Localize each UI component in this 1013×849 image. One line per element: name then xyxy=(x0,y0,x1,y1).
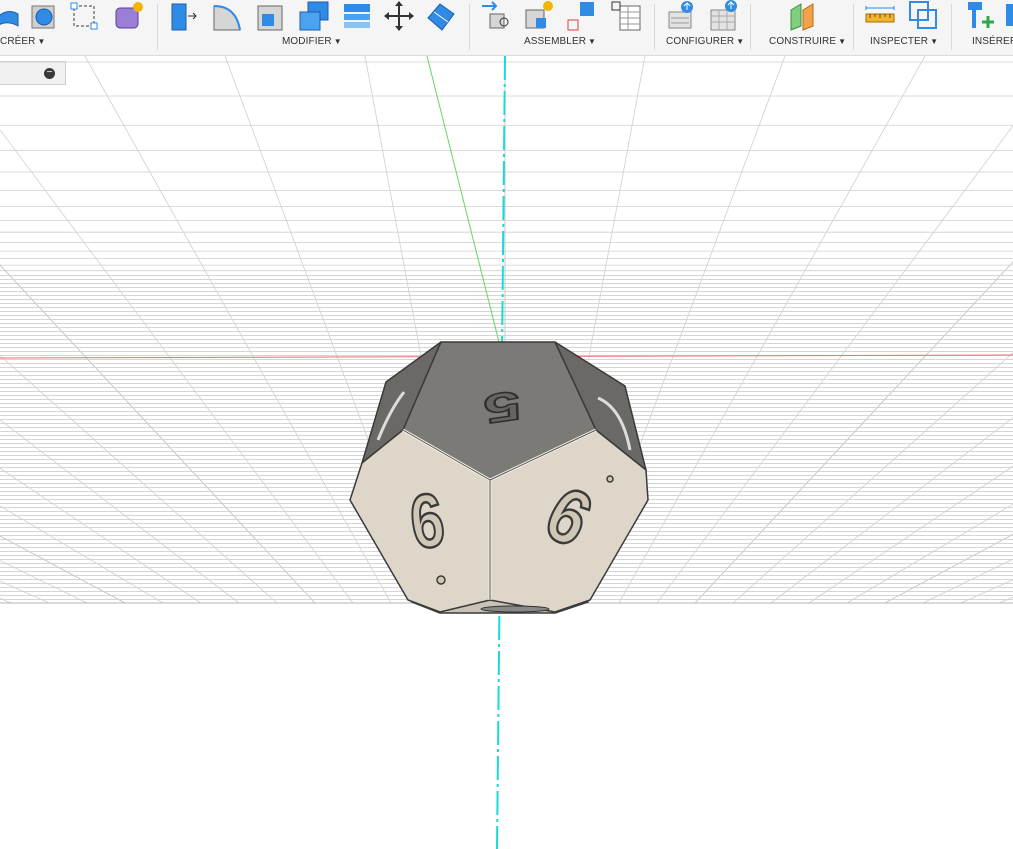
bottom-number-marks xyxy=(480,605,550,613)
grid-line xyxy=(808,465,1013,604)
grid-line xyxy=(0,129,354,604)
group-label-configurer[interactable]: CONFIGURER ▼ xyxy=(666,36,744,47)
configure-table-icon[interactable] xyxy=(707,0,741,32)
group-label-assembler[interactable]: ASSEMBLER ▼ xyxy=(524,36,596,47)
grid-line xyxy=(998,596,1013,604)
grid-line xyxy=(0,467,202,604)
separator xyxy=(157,4,158,50)
face-dot-front-left xyxy=(436,575,446,585)
construction-plane-icon[interactable] xyxy=(787,0,821,32)
scene-svg[interactable]: 5 6 6 xyxy=(0,56,1013,849)
grid-line xyxy=(0,264,316,604)
group-configurer: CONFIGURER ▼ xyxy=(657,0,747,56)
group-modifier: MODIFIER ▼ xyxy=(160,0,465,56)
joint-icon[interactable] xyxy=(480,0,514,32)
group-label-inserer[interactable]: INSÉRER xyxy=(972,36,1013,47)
separator xyxy=(853,4,854,50)
dodecahedron-die[interactable] xyxy=(349,341,649,614)
extrude-arc-icon[interactable] xyxy=(0,0,24,32)
y-axis-line xyxy=(426,56,500,343)
face-dot-front-right xyxy=(606,475,614,483)
fillet-icon[interactable] xyxy=(210,0,244,32)
group-construire: CONSTRUIRE ▼ xyxy=(753,0,853,56)
offset-face-icon[interactable] xyxy=(340,0,374,32)
group-creer: CRÉER ▼ xyxy=(0,0,156,56)
separator xyxy=(750,4,751,50)
group-label-construire[interactable]: CONSTRUIRE ▼ xyxy=(769,36,846,47)
insert-mesh-icon[interactable] xyxy=(962,0,996,32)
group-label-creer[interactable]: CRÉER ▼ xyxy=(0,36,46,47)
grid-line xyxy=(0,354,278,604)
grid-line xyxy=(922,558,1013,604)
grid-line xyxy=(884,533,1013,604)
separator xyxy=(654,4,655,50)
3d-viewport[interactable]: 5 6 6 xyxy=(0,56,1013,849)
configure-parameter-icon[interactable] xyxy=(665,0,699,32)
grid-line xyxy=(0,505,164,604)
sketch-point-icon[interactable] xyxy=(68,0,102,32)
grid-line xyxy=(960,579,1013,604)
grid-line xyxy=(732,352,1013,604)
split-body-icon[interactable] xyxy=(424,0,458,32)
insert-more-icon[interactable] xyxy=(1004,0,1013,32)
grid-line xyxy=(656,125,1013,604)
grid-line xyxy=(770,417,1013,604)
new-component-icon[interactable] xyxy=(522,0,556,32)
press-pull-icon[interactable] xyxy=(166,0,200,32)
grid-line xyxy=(0,560,88,604)
grid-line xyxy=(694,261,1013,604)
separator xyxy=(951,4,952,50)
grid-line xyxy=(0,580,50,604)
bom-table-icon[interactable] xyxy=(610,0,644,32)
grid-line xyxy=(0,535,126,604)
as-built-joint-icon[interactable] xyxy=(566,0,600,32)
interference-icon[interactable] xyxy=(906,0,940,32)
separator xyxy=(469,4,470,50)
group-label-inspecter[interactable]: INSPECTER ▼ xyxy=(870,36,938,47)
group-label-modifier[interactable]: MODIFIER ▼ xyxy=(282,36,342,47)
group-inserer: INSÉRER xyxy=(954,0,1013,56)
grid-line xyxy=(0,419,240,604)
combine-icon[interactable] xyxy=(298,0,332,32)
revolve-icon[interactable] xyxy=(28,0,62,32)
move-icon[interactable] xyxy=(382,0,416,32)
shell-icon[interactable] xyxy=(254,0,288,32)
measure-icon[interactable] xyxy=(864,0,898,32)
toolbar: CRÉER ▼ MODIFIER ▼ ASSEMBLER ▼ CONFIGURE… xyxy=(0,0,1013,56)
group-assembler: ASSEMBLER ▼ xyxy=(472,0,652,56)
grid-line xyxy=(0,598,12,604)
face-number-top: 5 xyxy=(481,382,524,433)
group-inspecter: INSPECTER ▼ xyxy=(856,0,948,56)
grid-line xyxy=(846,503,1013,604)
form-icon[interactable] xyxy=(112,0,146,32)
